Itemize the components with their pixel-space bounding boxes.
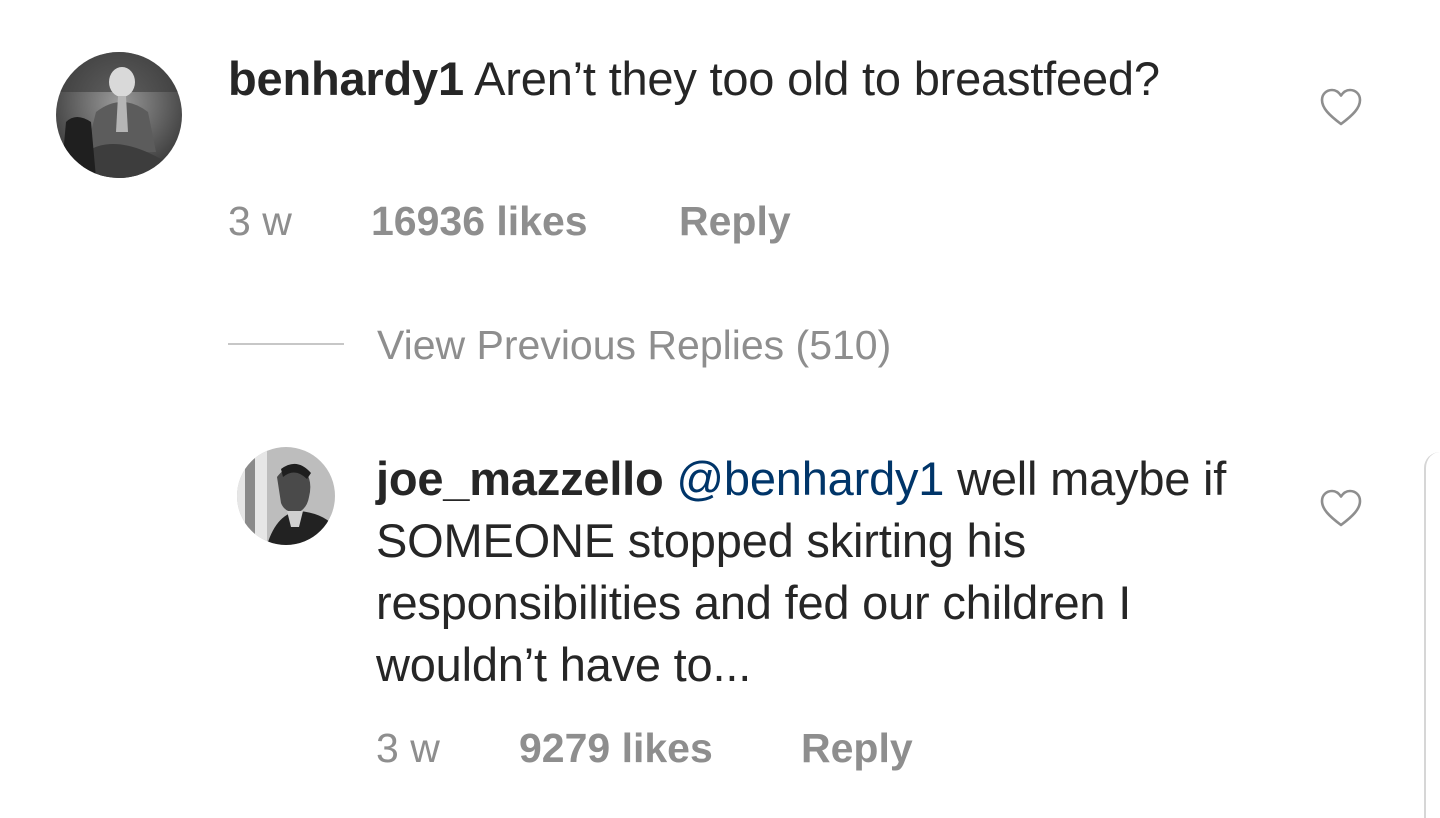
avatar-benhardy1[interactable] bbox=[56, 52, 182, 178]
reply-body: joe_mazzello @benhardy1 well maybe if SO… bbox=[376, 448, 1276, 696]
comment-text: Aren’t they too old to breastfeed? bbox=[474, 52, 1160, 105]
comments-section: benhardy1 Aren’t they too old to breastf… bbox=[0, 0, 1440, 818]
reply-time: 3 w bbox=[376, 725, 440, 771]
reply-username[interactable]: joe_mazzello bbox=[376, 452, 664, 505]
heart-outline-icon[interactable] bbox=[1319, 87, 1363, 127]
profile-photo-icon bbox=[237, 447, 335, 545]
reply-mention-link[interactable]: @benhardy1 bbox=[676, 452, 944, 505]
comment-username[interactable]: benhardy1 bbox=[228, 52, 464, 105]
profile-photo-icon bbox=[56, 52, 182, 178]
comment-body: benhardy1 Aren’t they too old to breastf… bbox=[228, 48, 1268, 110]
side-panel-edge bbox=[1424, 452, 1440, 818]
heart-outline-icon[interactable] bbox=[1319, 488, 1363, 528]
view-previous-replies-label[interactable]: View Previous Replies (510) bbox=[377, 322, 891, 369]
reply-likes[interactable]: 9279 likes bbox=[519, 725, 713, 772]
comment-time: 3 w bbox=[228, 198, 292, 244]
avatar-joe-mazzello[interactable] bbox=[237, 447, 335, 545]
comment-likes[interactable]: 16936 likes bbox=[371, 198, 588, 245]
reply-reply-button[interactable]: Reply bbox=[801, 725, 913, 772]
replies-divider bbox=[228, 343, 344, 345]
comment-reply-button[interactable]: Reply bbox=[679, 198, 791, 245]
